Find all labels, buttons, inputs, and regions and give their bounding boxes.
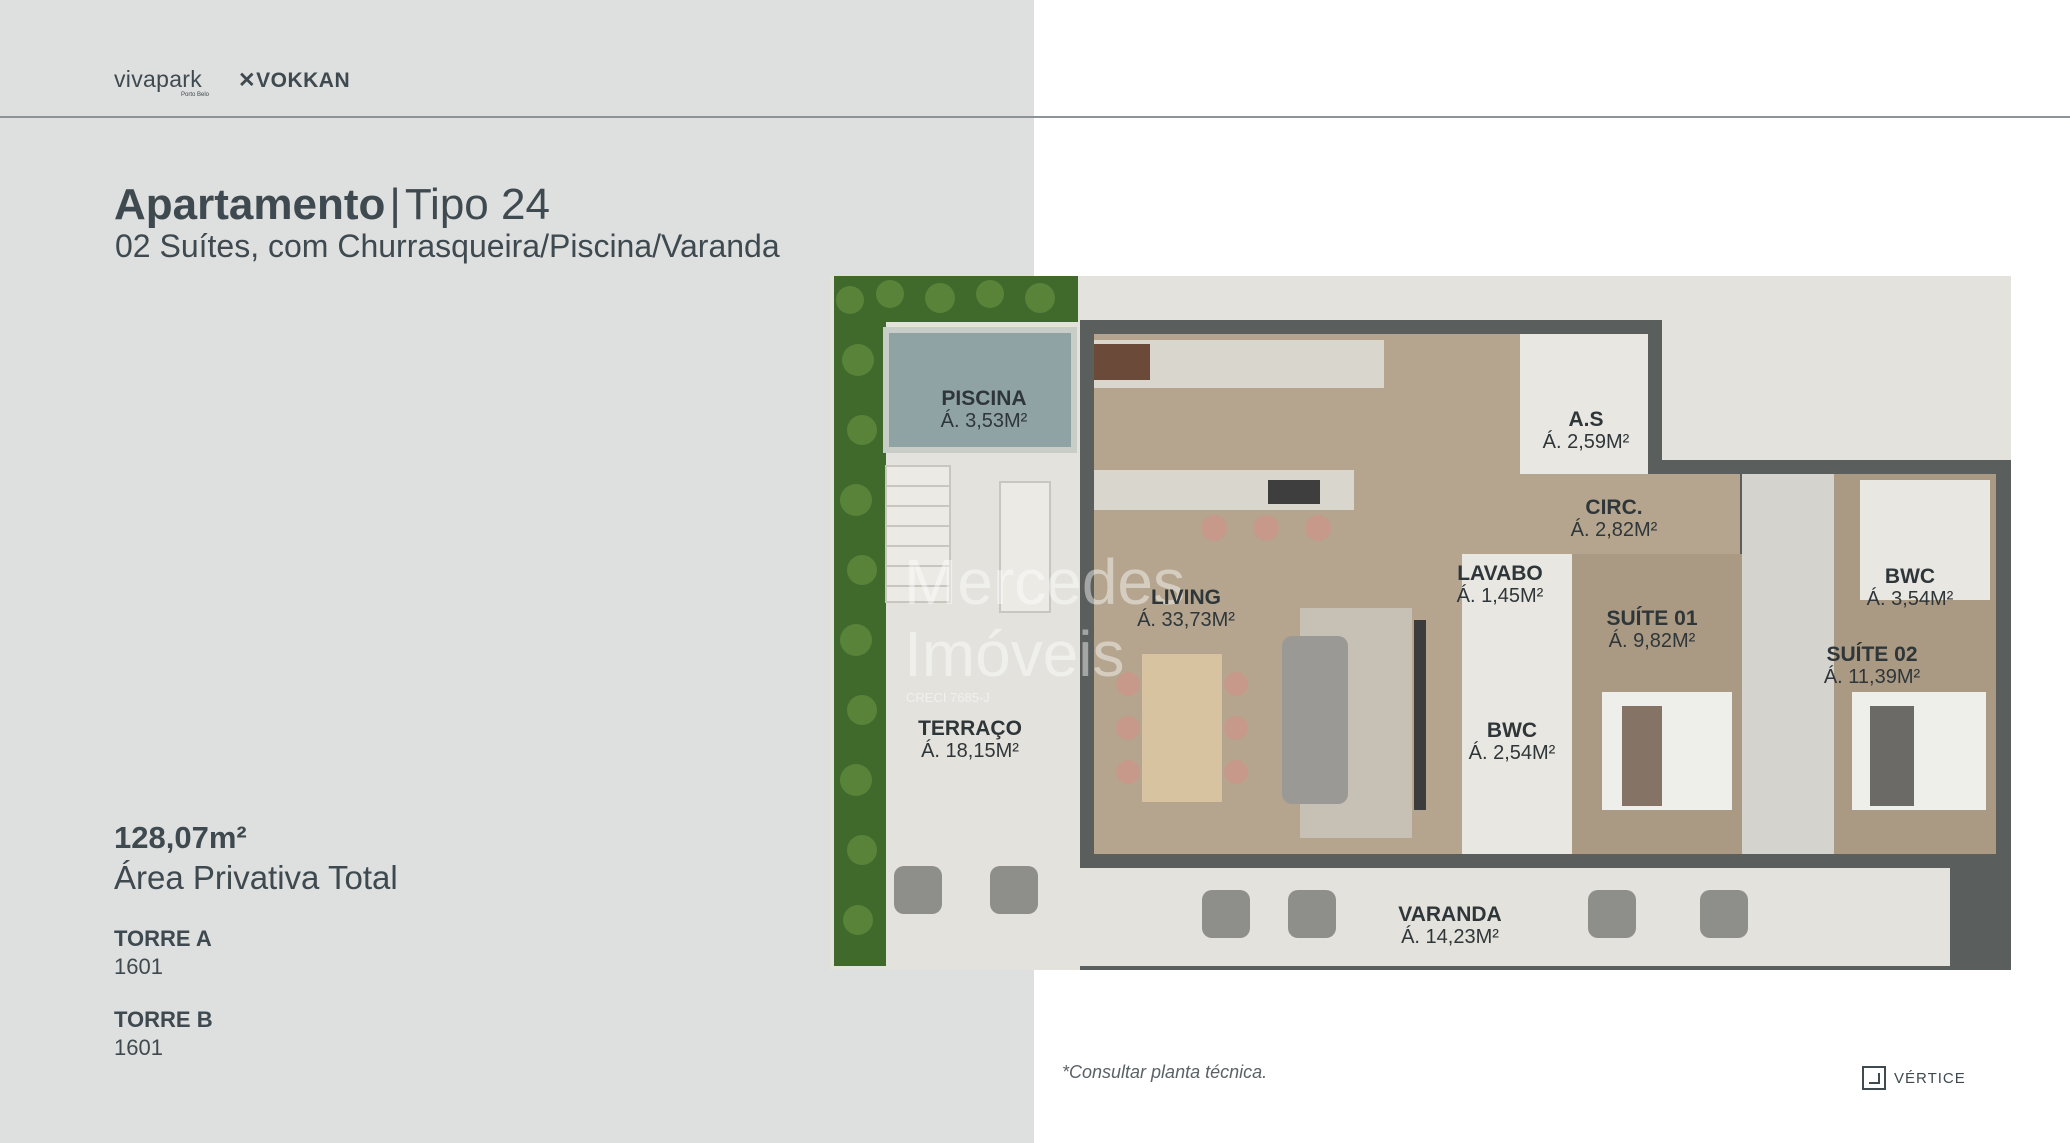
room-name-living: LIVING: [1151, 586, 1221, 609]
room-name-as: A.S: [1568, 408, 1603, 431]
vertice-logo-icon: [1862, 1066, 1886, 1090]
dining-table: [1142, 654, 1222, 802]
room-area-suite-01: Á. 9,82M²: [1609, 629, 1696, 652]
room-area-bwc: Á. 2,54M²: [1469, 741, 1556, 764]
watermark-line1: Mercedes: [904, 546, 1185, 618]
room-name-suite-02: SUÍTE 02: [1826, 643, 1917, 666]
vertice-logo: VÉRTICE: [1862, 1066, 1966, 1090]
bed-suite-01: [1602, 692, 1732, 810]
room-name-circ: CIRC.: [1585, 496, 1642, 519]
vertice-logo-text: VÉRTICE: [1894, 1069, 1966, 1087]
watermark-creci: CRECI 7685-J: [906, 690, 990, 705]
room-name-bwc: BWC: [1487, 719, 1537, 742]
room-area-suite-02: Á. 11,39M²: [1824, 665, 1921, 688]
room-name-terraco: TERRAÇO: [918, 717, 1022, 740]
sofa: [1282, 636, 1348, 804]
bar-stools: [1201, 515, 1331, 541]
room-name-lavabo: LAVABO: [1457, 562, 1543, 585]
tv-panel: [1414, 620, 1426, 810]
room-area-lavabo: Á. 1,45M²: [1457, 584, 1544, 607]
room-area-circ: Á. 2,82M²: [1571, 518, 1658, 541]
room-area-varanda: Á. 14,23M²: [1401, 925, 1499, 948]
service-area-floor: [1520, 334, 1648, 474]
veranda-wall-end: [1950, 868, 2008, 966]
room-area-piscina: Á. 3,53M²: [941, 409, 1028, 432]
cooktop: [1268, 480, 1320, 504]
room-name-varanda: VARANDA: [1398, 903, 1501, 926]
room-area-terraco: Á. 18,15M²: [921, 739, 1019, 762]
technical-plan-note: *Consultar planta técnica.: [1062, 1062, 1268, 1082]
grill: [1094, 344, 1150, 380]
room-area-living: Á. 33,73M²: [1137, 608, 1235, 631]
watermark-line2: Imóveis: [904, 618, 1125, 690]
bed-suite-02-throw: [1870, 706, 1914, 806]
room-name-piscina: PISCINA: [941, 387, 1026, 410]
room-area-as: Á. 2,59M²: [1543, 430, 1630, 453]
room-area-bwc-suite: Á. 3,54M²: [1867, 587, 1954, 610]
bed-suite-01-throw: [1622, 706, 1662, 806]
room-name-suite-01: SUÍTE 01: [1606, 607, 1697, 630]
floor-plan: Mercedes Imóveis CRECI 7685-J PISCINA Á.…: [830, 276, 2011, 970]
room-name-bwc-suite: BWC: [1885, 565, 1935, 588]
